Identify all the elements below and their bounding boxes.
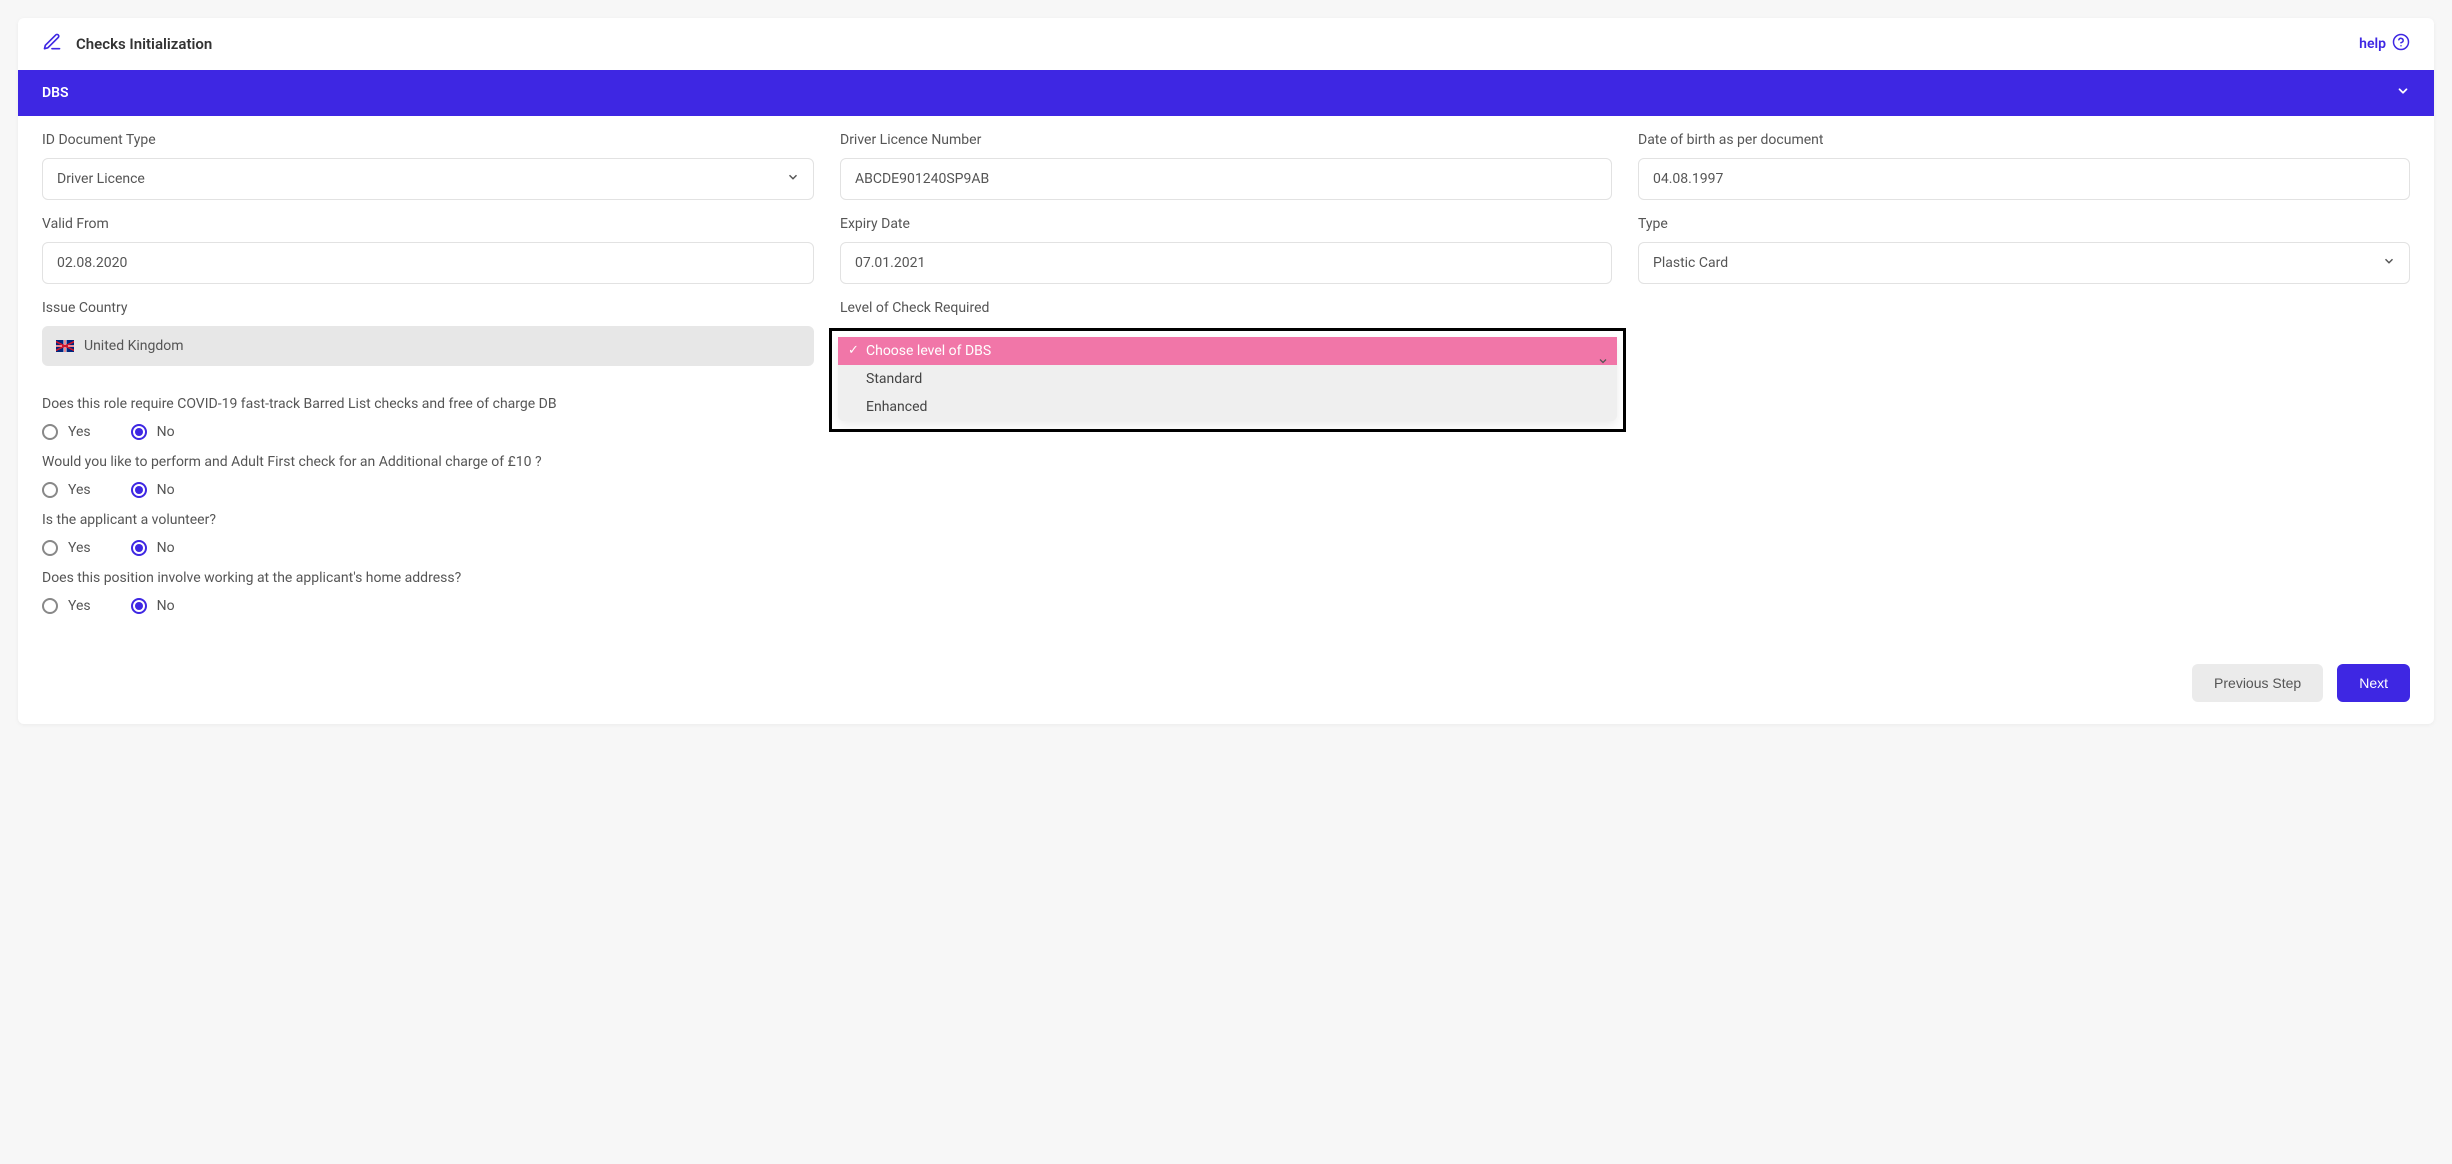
level-option-standard[interactable]: Standard [838,365,1617,393]
label-dob: Date of birth as per document [1638,132,2410,148]
label-licence-number: Driver Licence Number [840,132,1612,148]
radio-icon [42,540,58,556]
previous-step-button[interactable]: Previous Step [2192,664,2323,702]
doc-type-value[interactable] [1638,242,2410,284]
doc-type-select[interactable] [1638,242,2410,284]
edit-icon [42,32,62,56]
radio-row-adult-first: Yes No [42,482,2410,498]
issue-country-value: United Kingdom [84,338,184,354]
radio-icon [131,482,147,498]
level-option-enhanced[interactable]: Enhanced [838,393,1617,421]
radio-label: Yes [68,482,91,498]
label-level-check: Level of Check Required [840,300,1612,316]
label-doc-type: Type [1638,216,2410,232]
page-title: Checks Initialization [76,35,212,53]
id-doc-type-select[interactable] [42,158,814,200]
level-option-placeholder[interactable]: Choose level of DBS [838,337,1617,365]
radio-adult-first-no[interactable]: No [131,482,175,498]
label-valid-from: Valid From [42,216,814,232]
question-adult-first: Would you like to perform and Adult Firs… [42,454,2410,470]
card-header: Checks Initialization help [18,18,2434,70]
level-check-dropdown-popup: Choose level of DBS Standard Enhanced [829,328,1626,432]
radio-label: Yes [68,424,91,440]
radio-row-home-address: Yes No [42,598,2410,614]
label-issue-country: Issue Country [42,300,814,316]
help-label: help [2359,36,2386,52]
section-bar-dbs[interactable]: DBS [18,70,2434,116]
radio-home-yes[interactable]: Yes [42,598,91,614]
radio-icon [131,424,147,440]
form-body: ID Document Type Driver Licence Number D… [18,116,2434,650]
radio-volunteer-no[interactable]: No [131,540,175,556]
label-expiry: Expiry Date [840,216,1612,232]
radio-covid-yes[interactable]: Yes [42,424,91,440]
radio-volunteer-yes[interactable]: Yes [42,540,91,556]
valid-from-input[interactable] [42,242,814,284]
level-check-dropdown[interactable]: Choose level of DBS Standard Enhanced [838,337,1617,421]
help-icon [2392,33,2410,55]
section-title: DBS [42,85,69,101]
expiry-input[interactable] [840,242,1612,284]
radio-icon [42,424,58,440]
licence-number-input[interactable] [840,158,1612,200]
next-button[interactable]: Next [2337,664,2410,702]
radio-label: Yes [68,598,91,614]
radio-home-no[interactable]: No [131,598,175,614]
footer-actions: Previous Step Next [18,650,2434,724]
id-doc-type-value[interactable] [42,158,814,200]
radio-label: Yes [68,540,91,556]
radio-icon [131,540,147,556]
radio-icon [42,482,58,498]
question-home-address: Does this position involve working at th… [42,570,2410,586]
chevron-down-icon [2396,84,2410,102]
radio-row-volunteer: Yes No [42,540,2410,556]
radio-covid-no[interactable]: No [131,424,175,440]
help-link[interactable]: help [2359,33,2410,55]
question-volunteer: Is the applicant a volunteer? [42,512,2410,528]
dob-input[interactable] [1638,158,2410,200]
checks-card: Checks Initialization help DBS ID Docume… [18,18,2434,724]
radio-icon [131,598,147,614]
uk-flag-icon [56,340,74,352]
radio-adult-first-yes[interactable]: Yes [42,482,91,498]
radio-icon [42,598,58,614]
radio-label: No [157,424,175,440]
card-header-left: Checks Initialization [42,32,212,56]
radio-label: No [157,598,175,614]
label-id-doc-type: ID Document Type [42,132,814,148]
radio-label: No [157,482,175,498]
issue-country-select[interactable]: United Kingdom [42,326,814,366]
radio-label: No [157,540,175,556]
